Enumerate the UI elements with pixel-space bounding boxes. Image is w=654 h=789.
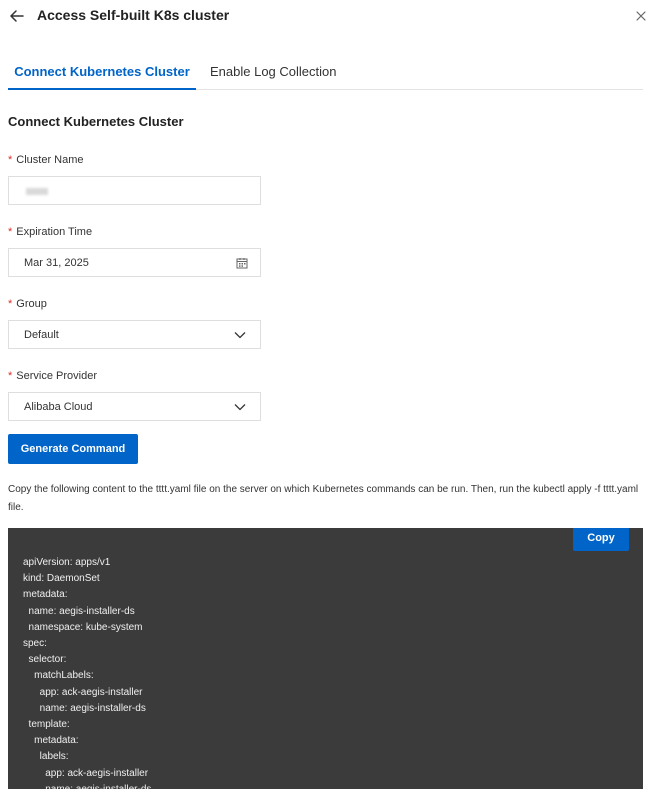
close-button[interactable] (631, 6, 651, 26)
group-label-text: Group (16, 298, 47, 310)
tab-connect-kubernetes-cluster[interactable]: Connect Kubernetes Cluster (8, 58, 196, 90)
expiration-time-picker[interactable]: Mar 31, 2025 (8, 248, 261, 277)
expiration-time-label-text: Expiration Time (16, 226, 93, 238)
code-line: kind: DaemonSet (23, 573, 100, 585)
cluster-name-label-text: Cluster Name (16, 154, 84, 166)
panel-header: Access Self-built K8s cluster (0, 0, 654, 34)
code-line: spec: (23, 638, 47, 650)
tab-enable-log-collection[interactable]: Enable Log Collection (210, 58, 336, 90)
required-mark: * (8, 154, 13, 166)
service-provider-value: Alibaba Cloud (24, 401, 93, 413)
access-k8s-cluster-panel: Access Self-built K8s cluster Connect Ku… (0, 0, 654, 789)
expiration-time-value: Mar 31, 2025 (24, 257, 89, 269)
code-line: metadata: (23, 735, 79, 747)
code-line: matchLabels: (23, 670, 94, 682)
chevron-down-icon (234, 404, 246, 411)
cluster-name-input[interactable] (8, 176, 261, 205)
instructions-text: Copy the following content to the tttt.y… (8, 484, 639, 513)
required-mark: * (8, 226, 13, 238)
group-select[interactable]: Default (8, 320, 261, 349)
code-line: app: ack-aegis-installer (23, 767, 149, 779)
group-value: Default (24, 329, 59, 341)
code-line: template: (23, 719, 70, 731)
yaml-code-block: apiVersion: apps/v1 kind: DaemonSet metada… (23, 555, 151, 789)
code-line: name: aegis-installer-ds (23, 782, 151, 789)
code-line: name: aegis-installer-ds (23, 605, 135, 617)
calendar-icon[interactable] (236, 257, 248, 269)
required-mark: * (8, 370, 13, 382)
expiration-time-label: * Expiration Time (8, 226, 92, 238)
code-line: namespace: kube-system (23, 621, 143, 633)
arrow-left-icon (10, 10, 24, 22)
generate-command-button[interactable]: Generate Command (8, 434, 138, 464)
close-icon (636, 11, 646, 21)
cluster-name-label: * Cluster Name (8, 154, 84, 166)
required-mark: * (8, 298, 13, 310)
back-button[interactable] (7, 6, 27, 26)
copy-button[interactable]: Copy (573, 528, 629, 551)
section-title: Connect Kubernetes Cluster (8, 114, 184, 129)
code-line: selector: (23, 654, 67, 666)
code-line: name: aegis-installer-ds (23, 702, 146, 714)
code-line: metadata: (23, 589, 68, 601)
chevron-down-icon (234, 332, 246, 339)
redacted-value (26, 188, 48, 195)
code-line: labels: (23, 751, 69, 763)
service-provider-label: * Service Provider (8, 370, 97, 382)
panel-title: Access Self-built K8s cluster (37, 7, 230, 23)
code-line: apiVersion: apps/v1 (23, 557, 111, 568)
code-line: app: ack-aegis-installer (23, 686, 143, 698)
group-label: * Group (8, 298, 47, 310)
service-provider-select[interactable]: Alibaba Cloud (8, 392, 261, 421)
tab-bar: Connect Kubernetes Cluster Enable Log Co… (8, 58, 643, 90)
yaml-code-panel: Copy apiVersion: apps/v1 kind: DaemonSet m… (8, 528, 643, 789)
service-provider-label-text: Service Provider (16, 370, 97, 382)
